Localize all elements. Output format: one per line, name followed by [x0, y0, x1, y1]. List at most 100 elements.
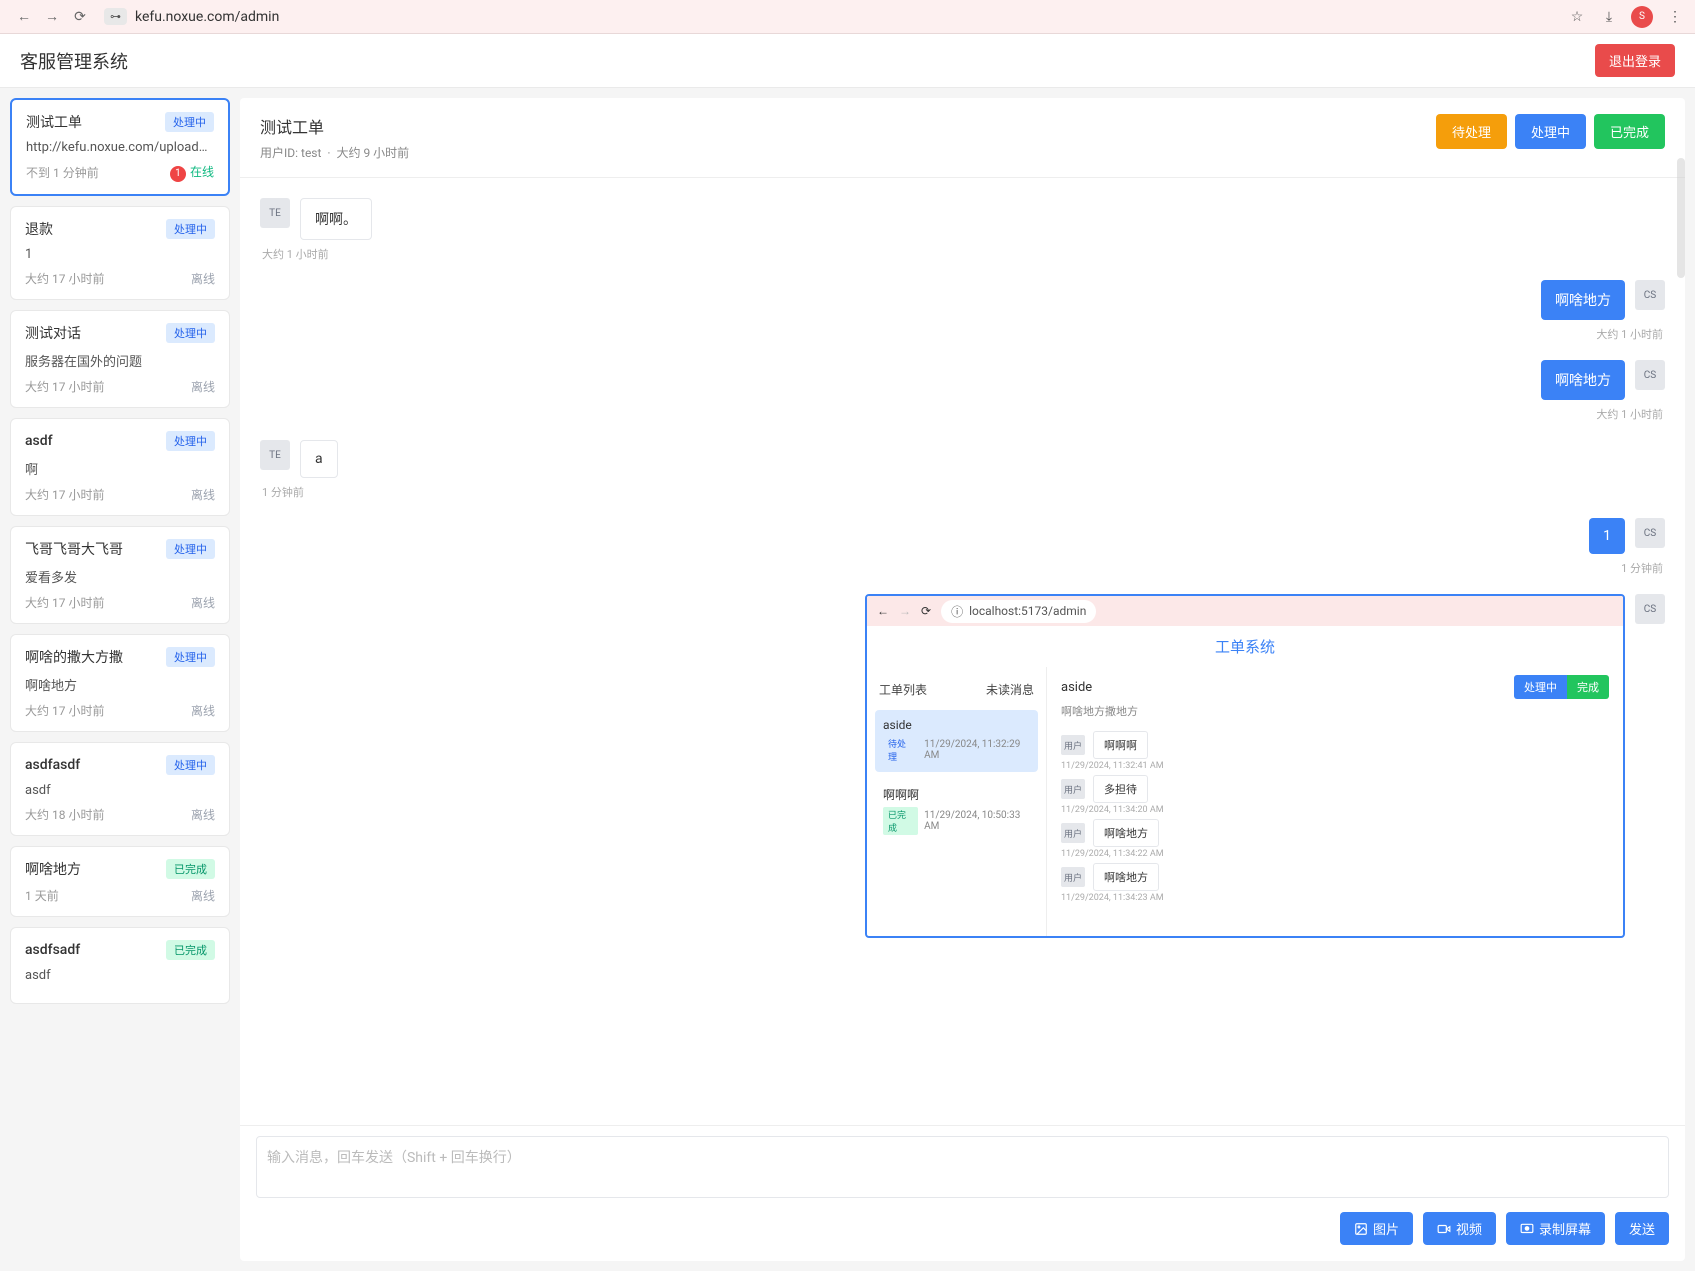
message-time: 大约 1 小时前 [260, 246, 1665, 262]
embedded-forward-icon: → [899, 604, 911, 618]
profile-avatar[interactable]: S [1631, 6, 1653, 28]
ticket-preview: 爱看多发 [25, 567, 215, 586]
ticket-time: 大约 17 小时前 [25, 594, 104, 611]
ticket-preview: asdf [25, 968, 215, 983]
ticket-preview: 啊 [25, 459, 215, 478]
ticket-card-title: 啊啥地方 [25, 859, 81, 879]
ticket-status-badge: 处理中 [166, 323, 215, 343]
app-header: 客服管理系统 退出登录 [0, 34, 1695, 88]
back-button[interactable]: ← [10, 3, 38, 31]
ticket-card[interactable]: asdfasdf 处理中 asdf 大约 18 小时前 离线 [10, 742, 230, 836]
browser-chrome: ← → ⟳ ⊶ kefu.noxue.com/admin ☆ ⤓ S ⋮ [0, 0, 1695, 34]
message-bubble: 啊啥地方 [1541, 280, 1625, 320]
ticket-card[interactable]: 退款 处理中 1 大约 17 小时前 离线 [10, 206, 230, 300]
presence-indicator: 离线 [191, 380, 215, 394]
message-avatar: CS [1635, 280, 1665, 310]
browser-menu-icon[interactable]: ⋮ [1665, 7, 1685, 27]
ticket-detail-panel: 测试工单 用户ID: test · 大约 9 小时前 待处理 处理中 已完成 T… [240, 98, 1685, 1261]
message-time: 大约 1 小时前 [260, 326, 1665, 342]
message-bubble: 1 [1589, 518, 1625, 554]
message-avatar: CS [1635, 360, 1665, 390]
ticket-list-sidebar: 测试工单 处理中 http://kefu.noxue.com/uploads/1… [0, 88, 240, 1271]
send-button[interactable]: 发送 [1615, 1212, 1669, 1245]
message-row: TEa [260, 440, 1665, 478]
message-row: 1 CS [260, 518, 1665, 554]
ticket-meta: 用户ID: test · 大约 9 小时前 [260, 144, 409, 161]
embedded-message: 用户啊啥地方 11/29/2024, 11:34:22 AM [1061, 819, 1609, 859]
record-icon [1520, 1222, 1534, 1236]
message-avatar: CS [1635, 518, 1665, 548]
video-icon [1437, 1222, 1451, 1236]
ticket-card[interactable]: asdf 处理中 啊 大约 17 小时前 离线 [10, 418, 230, 516]
ticket-status-badge: 已完成 [166, 859, 215, 879]
ticket-preview: asdf [25, 783, 215, 798]
embedded-unread-header: 未读消息 [986, 681, 1034, 698]
unread-badge: 1 [170, 166, 186, 182]
message-avatar: TE [260, 198, 290, 228]
address-bar[interactable]: kefu.noxue.com/admin [135, 9, 279, 25]
embedded-done-button: 完成 [1567, 675, 1609, 699]
message-avatar: TE [260, 440, 290, 470]
attach-image-button[interactable]: 图片 [1340, 1212, 1413, 1245]
presence-indicator: 离线 [191, 808, 215, 822]
ticket-card-title: asdfasdf [25, 757, 80, 773]
logout-button[interactable]: 退出登录 [1595, 44, 1675, 77]
reload-button[interactable]: ⟳ [66, 3, 94, 31]
ticket-card[interactable]: 飞哥飞哥大飞哥 处理中 爱看多发 大约 17 小时前 离线 [10, 526, 230, 624]
embedded-message: 用户啊啥地方 11/29/2024, 11:34:23 AM [1061, 863, 1609, 903]
ticket-status-badge: 处理中 [165, 112, 214, 132]
message-bubble: 啊啊。 [300, 198, 372, 240]
ticket-card-title: 啊啥的撒大方撒 [25, 647, 123, 667]
download-icon[interactable]: ⤓ [1599, 7, 1619, 27]
status-done-button[interactable]: 已完成 [1594, 114, 1665, 149]
ticket-status-badge: 处理中 [166, 219, 215, 239]
embedded-ticket-item: 啊啊啊 已完成11/29/2024, 10:50:33 AM [875, 778, 1038, 843]
bookmark-star-icon[interactable]: ☆ [1567, 7, 1587, 27]
embedded-subtitle: 啊啥地方撒地方 [1061, 703, 1609, 719]
message-input[interactable] [256, 1136, 1669, 1198]
message-row: 啊啥地方 CS [260, 360, 1665, 400]
status-processing-button[interactable]: 处理中 [1515, 114, 1586, 149]
message-bubble: 啊啥地方 [1541, 360, 1625, 400]
ticket-time: 大约 17 小时前 [25, 486, 104, 503]
record-screen-button[interactable]: 录制屏幕 [1506, 1212, 1605, 1245]
ticket-card[interactable]: 啊啥的撒大方撒 处理中 啊啥地方 大约 17 小时前 离线 [10, 634, 230, 732]
ticket-time: 不到 1 分钟前 [26, 164, 99, 181]
site-info-icon[interactable]: ⊶ [104, 8, 127, 25]
ticket-time: 大约 18 小时前 [25, 806, 104, 823]
message-row: 啊啥地方 CS [260, 280, 1665, 320]
embedded-message: 用户啊啊啊 11/29/2024, 11:32:41 AM [1061, 731, 1609, 771]
ticket-status-badge: 处理中 [166, 755, 215, 775]
embedded-reload-icon: ⟳ [921, 604, 931, 618]
embedded-ticket-item: aside 待处理11/29/2024, 11:32:29 AM [875, 710, 1038, 772]
embedded-url: localhost:5173/admin [969, 604, 1086, 618]
message-row: TE 啊啊。 [260, 198, 1665, 240]
ticket-card[interactable]: 测试对话 处理中 服务器在国外的问题 大约 17 小时前 离线 [10, 310, 230, 408]
message-time: 1 分钟前 [260, 560, 1665, 576]
ticket-time: 1 天前 [25, 887, 59, 904]
ticket-time: 大约 17 小时前 [25, 702, 104, 719]
ticket-status-badge: 处理中 [166, 647, 215, 667]
forward-button[interactable]: → [38, 3, 66, 31]
ticket-card[interactable]: 啊啥地方 已完成 1 天前 离线 [10, 846, 230, 917]
ticket-time: 大约 17 小时前 [25, 270, 104, 287]
ticket-card[interactable]: 测试工单 处理中 http://kefu.noxue.com/uploads/1… [10, 98, 230, 196]
embedded-screenshot: ← → ⟳ ⓘlocalhost:5173/admin 工单系统 工单列表未读消… [865, 594, 1625, 938]
embedded-left-header: 工单列表 [879, 681, 927, 698]
embedded-back-icon: ← [877, 604, 889, 618]
ticket-status-badge: 处理中 [166, 431, 215, 451]
ticket-preview: 服务器在国外的问题 [25, 351, 215, 370]
ticket-title: 测试工单 [260, 114, 409, 138]
status-pending-button[interactable]: 待处理 [1436, 114, 1507, 149]
ticket-preview: http://kefu.noxue.com/uploads/173... [26, 140, 214, 155]
message-time: 大约 1 小时前 [260, 406, 1665, 422]
attach-video-button[interactable]: 视频 [1423, 1212, 1496, 1245]
app-title: 客服管理系统 [20, 48, 128, 74]
ticket-status-badge: 已完成 [166, 940, 215, 960]
message-avatar: CS [1635, 594, 1665, 624]
presence-indicator: 在线 [190, 165, 214, 179]
presence-indicator: 离线 [191, 488, 215, 502]
ticket-time: 大约 17 小时前 [25, 378, 104, 395]
embedded-system-title: 工单系统 [867, 626, 1623, 667]
ticket-card[interactable]: asdfsadf 已完成 asdf [10, 927, 230, 1004]
